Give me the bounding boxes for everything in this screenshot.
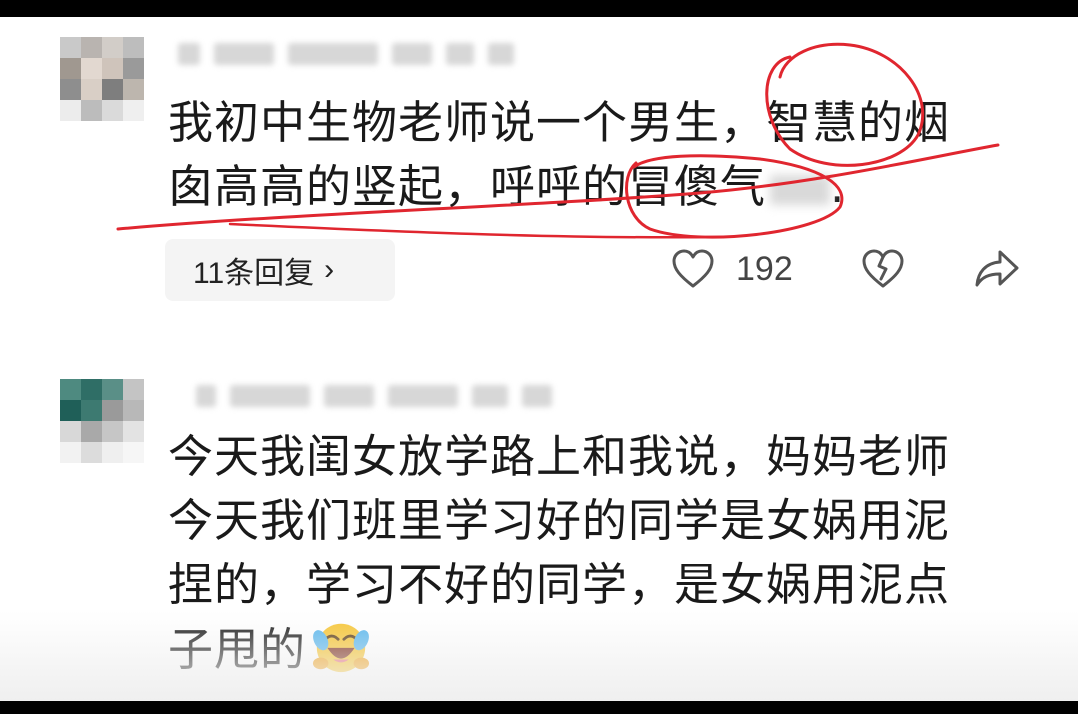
dislike-button[interactable] [862,249,904,289]
username-blurred[interactable] [178,39,514,69]
avatar[interactable] [60,379,144,463]
laughing-crying-emoji [312,623,370,673]
share-button[interactable] [974,249,1020,289]
avatar[interactable] [60,37,144,121]
view-replies-button[interactable]: 11条回复 › [165,239,395,301]
username-blurred[interactable] [196,381,552,411]
chevron-right-icon: › [324,253,335,286]
broken-heart-icon [862,249,904,288]
like-count: 192 [736,249,793,288]
redacted-word [770,175,831,205]
comment-text-body: 今天我闺女放学路上和我说，妈妈老师 今天我们班里学习好的同学是女娲用泥 捏的，学… [168,430,951,676]
replies-label: 11条回复 [193,257,315,290]
comment-text: 今天我闺女放学路上和我说，妈妈老师 今天我们班里学习好的同学是女娲用泥 捏的，学… [168,425,950,682]
comment-text-line: 我初中生物老师说一个男生，智慧的烟 [168,96,951,149]
share-icon [975,250,1019,287]
comment-text: 我初中生物老师说一个男生，智慧的烟 囱高高的竖起，呼呼的冒傻气. [168,91,950,219]
heart-icon [672,249,714,288]
comment-text-tail: . [830,160,846,213]
comment-feed: 我初中生物老师说一个男生，智慧的烟 囱高高的竖起，呼呼的冒傻气. 11条回复 › … [0,17,1078,701]
like-button[interactable]: 192 [672,249,793,289]
comment-text-line: 囱高高的竖起，呼呼的冒傻气 [168,160,767,213]
